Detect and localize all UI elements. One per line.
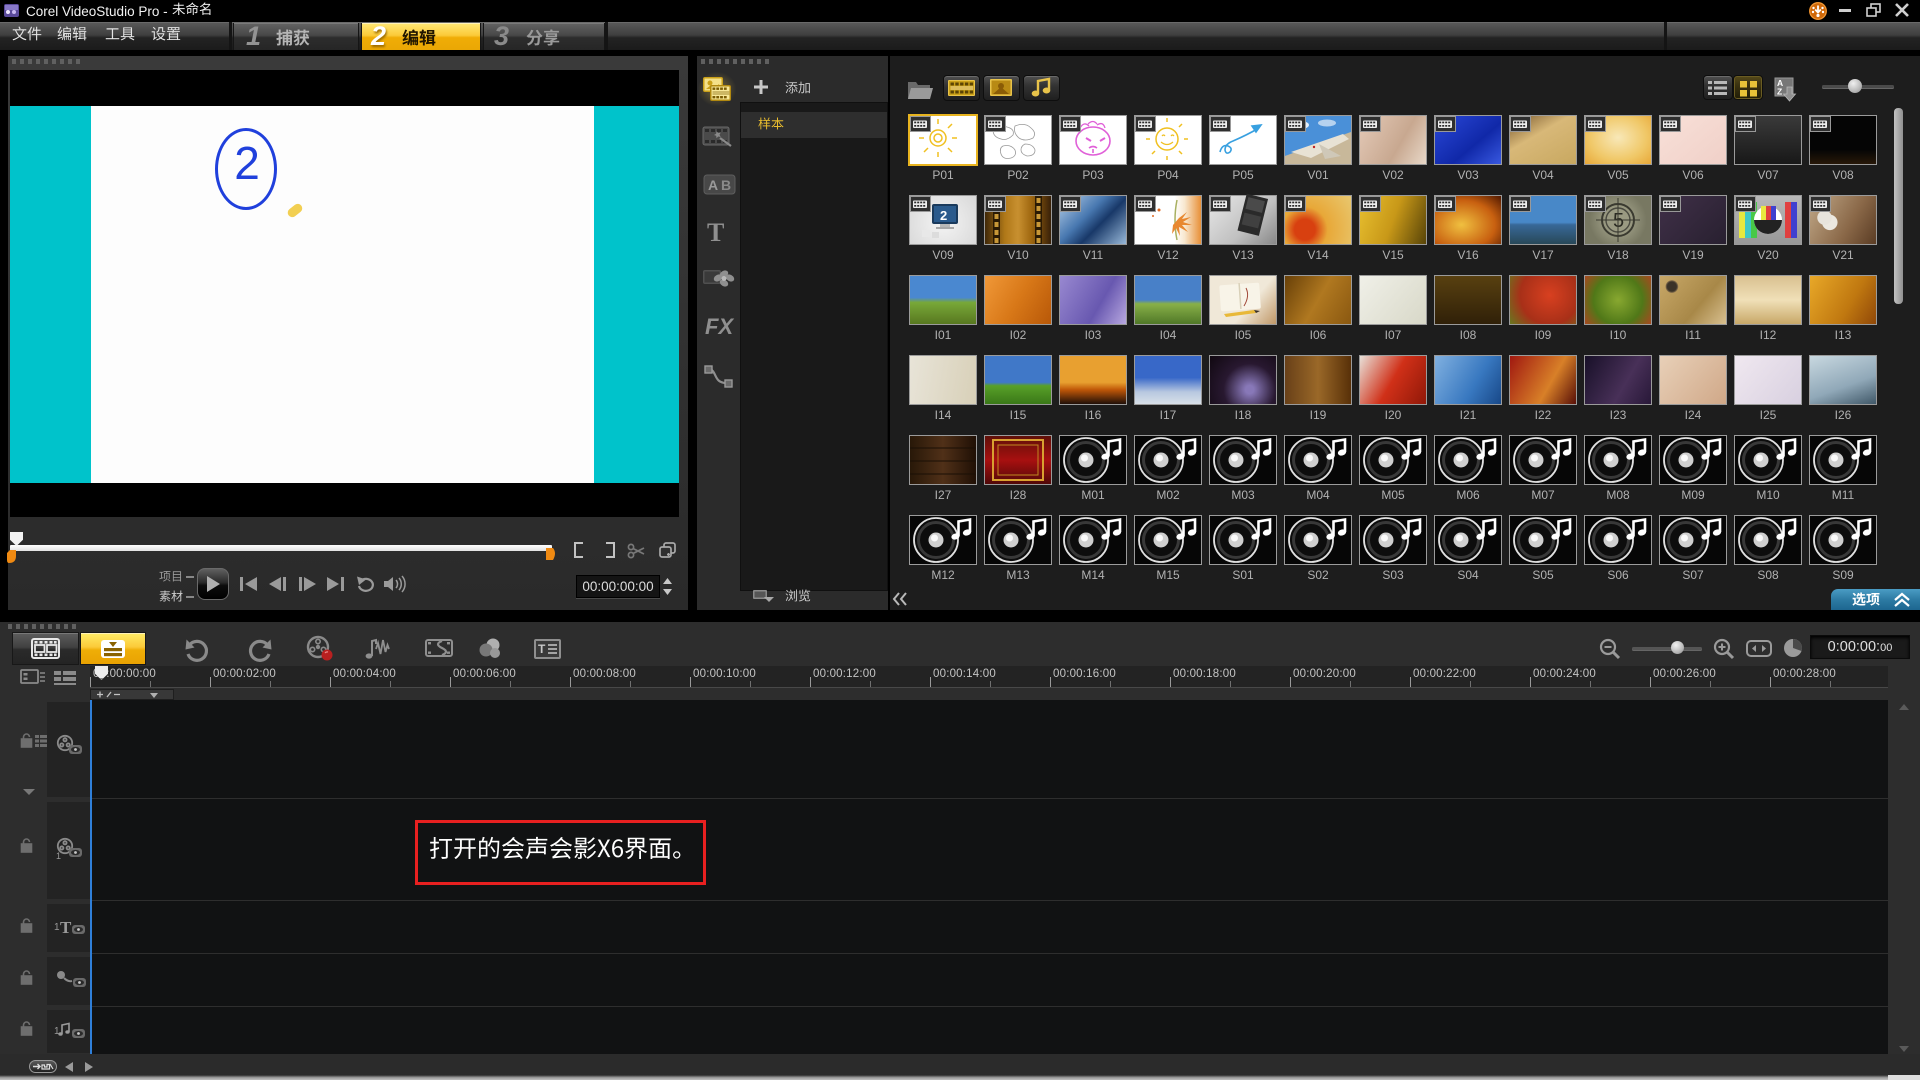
svg-text:2: 2 — [940, 208, 947, 223]
svg-text:B: B — [721, 177, 731, 193]
svg-text:T: T — [60, 918, 72, 937]
svg-text:Z: Z — [1777, 87, 1782, 97]
svg-text:5: 5 — [1613, 210, 1624, 232]
svg-text:1: 1 — [56, 851, 61, 861]
svg-text:T: T — [538, 642, 546, 656]
svg-text:A: A — [708, 177, 718, 193]
